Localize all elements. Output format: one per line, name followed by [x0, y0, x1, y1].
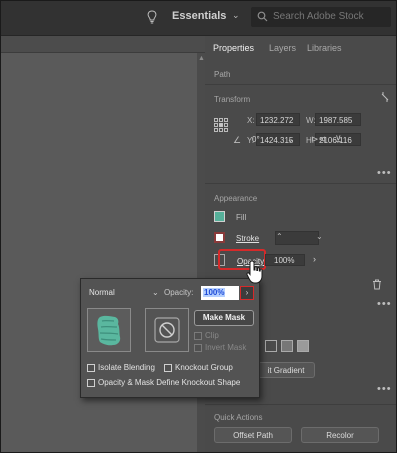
appearance-section-title: Appearance — [214, 194, 258, 203]
more-options-icon[interactable]: ••• — [377, 383, 392, 395]
grid-option[interactable] — [265, 340, 277, 352]
tab-properties[interactable]: Properties — [213, 43, 254, 53]
more-options-icon[interactable]: ••• — [377, 298, 392, 310]
rotate-angle-icon: ∠ — [233, 135, 242, 145]
app-window: Essentials ⌄ ▲ » Properties Layers Libra… — [0, 0, 397, 453]
transparency-popup: Normal ⌄ Opacity: 100% › Make Mask Clip … — [80, 278, 260, 398]
stepper-icon[interactable]: ⌃ — [276, 232, 283, 241]
opacity-mask-knockout-label: Opacity & Mask Define Knockout Shape — [98, 378, 241, 387]
stock-search-box[interactable] — [251, 7, 391, 27]
width-field[interactable]: 1987.585 — [315, 113, 361, 126]
opacity-field[interactable]: 100% — [265, 254, 305, 266]
scroll-up-icon[interactable]: ▲ — [198, 55, 205, 62]
search-icon — [257, 11, 268, 22]
application-bar: Essentials ⌄ — [1, 1, 396, 36]
hand-cursor-icon — [246, 260, 263, 284]
chevron-down-icon[interactable]: ⌄ — [287, 135, 294, 144]
flip-horizontal-icon[interactable]: ⊳⊲ — [311, 134, 326, 145]
x-position-field[interactable]: 1232.272 — [256, 113, 300, 126]
divider — [205, 183, 396, 184]
grid-option[interactable] — [281, 340, 293, 352]
trash-icon[interactable] — [372, 279, 382, 290]
rotation-field[interactable]: 0° — [252, 135, 260, 144]
popup-opacity-value: 100% — [203, 288, 226, 297]
workspace-switcher[interactable]: Essentials — [172, 10, 226, 22]
x-label: X: — [247, 116, 255, 125]
no-mask-icon — [154, 317, 180, 343]
isolate-blending-label: Isolate Blending — [98, 363, 155, 372]
fill-label[interactable]: Fill — [236, 213, 246, 222]
constrain-proportions-icon[interactable] — [380, 91, 390, 103]
tab-layers[interactable]: Layers — [269, 43, 296, 53]
make-mask-button[interactable]: Make Mask — [194, 310, 254, 326]
fill-swatch[interactable] — [214, 211, 225, 222]
invert-mask-label: Invert Mask — [205, 343, 247, 352]
divider — [205, 84, 396, 85]
knockout-group-checkbox[interactable] — [164, 364, 172, 372]
edit-gradient-button[interactable]: it Gradient — [257, 362, 315, 378]
more-options-icon[interactable]: ••• — [377, 167, 392, 179]
mask-thumbnail[interactable] — [145, 308, 189, 352]
lightbulb-icon[interactable] — [146, 10, 158, 24]
reference-point-icon[interactable] — [214, 118, 228, 132]
artwork-thumbnail[interactable] — [87, 308, 131, 352]
flip-vertical-icon[interactable]: ⊻ — [335, 134, 342, 145]
search-input[interactable] — [273, 9, 388, 24]
transform-section-title: Transform — [214, 95, 251, 104]
popup-opacity-input[interactable]: 100% — [201, 286, 239, 300]
divider — [205, 404, 396, 405]
isolate-blending-checkbox[interactable] — [87, 364, 95, 372]
popup-opacity-label: Opacity: — [164, 288, 194, 297]
artwork-preview-icon — [97, 315, 121, 346]
knockout-group-label: Knockout Group — [175, 363, 233, 372]
chevron-down-icon[interactable]: ⌄ — [316, 232, 323, 241]
chevron-down-icon[interactable]: ⌄ — [232, 10, 240, 21]
chevron-down-icon[interactable]: ⌄ — [152, 286, 159, 300]
recolor-button[interactable]: Recolor — [301, 427, 379, 443]
grid-option[interactable] — [297, 340, 309, 352]
chevron-right-icon[interactable]: › — [313, 254, 316, 264]
quick-actions-title: Quick Actions — [214, 413, 263, 422]
stroke-swatch[interactable] — [214, 232, 225, 243]
stroke-label[interactable]: Stroke — [236, 234, 259, 243]
offset-path-button[interactable]: Offset Path — [214, 427, 292, 443]
invert-mask-checkbox[interactable] — [194, 344, 202, 352]
clip-label: Clip — [205, 331, 219, 340]
opacity-mask-knockout-checkbox[interactable] — [87, 379, 95, 387]
blend-mode-select[interactable]: Normal — [89, 286, 151, 300]
clip-checkbox[interactable] — [194, 332, 202, 340]
chevron-right-icon[interactable]: › — [240, 286, 254, 300]
selection-type-label: Path — [214, 70, 231, 79]
tab-libraries[interactable]: Libraries — [307, 43, 342, 53]
